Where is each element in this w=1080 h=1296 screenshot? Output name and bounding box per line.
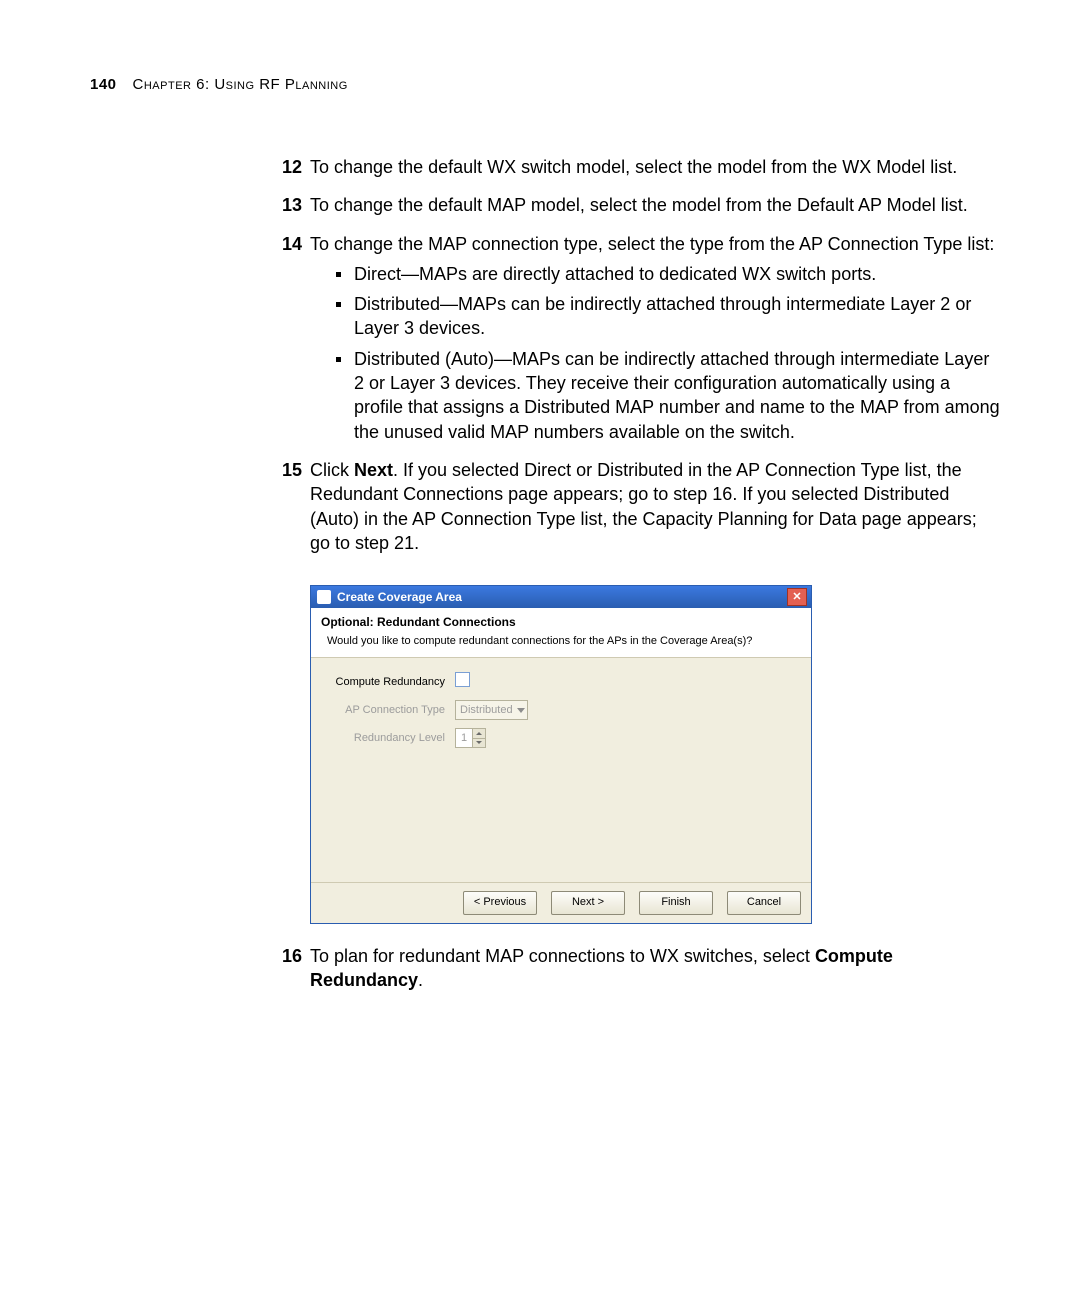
step-number: 12 xyxy=(272,155,302,179)
step-15-bold: Next xyxy=(354,460,393,480)
dialog-header: Optional: Redundant Connections Would yo… xyxy=(311,608,811,658)
ap-connection-type-value: Distributed xyxy=(460,703,513,718)
step-15: 15 Click Next. If you selected Direct or… xyxy=(280,458,1000,555)
finish-button[interactable]: Finish xyxy=(639,891,713,915)
row-ap-connection-type: AP Connection Type Distributed xyxy=(325,700,797,720)
page-number: 140 xyxy=(90,76,117,93)
running-header: 140 Chapter 6: Using RF Planning xyxy=(90,76,990,93)
step-16-pre: To plan for redundant MAP connections to… xyxy=(310,946,815,966)
step-text: To change the default WX switch model, s… xyxy=(310,155,1000,179)
cancel-button[interactable]: Cancel xyxy=(727,891,801,915)
ap-connection-type-dropdown[interactable]: Distributed xyxy=(455,700,528,720)
bullet-direct: Direct—MAPs are directly attached to ded… xyxy=(332,262,1000,286)
step-list: 12 To change the default WX switch model… xyxy=(280,155,1000,993)
redundancy-level-value: 1 xyxy=(456,729,472,747)
step-number: 15 xyxy=(272,458,302,482)
dialog-title: Create Coverage Area xyxy=(337,589,462,605)
dialog-header-desc: Would you like to compute redundant conn… xyxy=(321,634,801,649)
step-number: 14 xyxy=(272,232,302,256)
step-text: To change the default MAP model, select … xyxy=(310,193,1000,217)
redundancy-level-spinner[interactable]: 1 xyxy=(455,728,486,748)
content-area: 12 To change the default WX switch model… xyxy=(280,155,1000,993)
create-coverage-area-dialog: Create Coverage Area ✕ Optional: Redunda… xyxy=(310,585,812,924)
chevron-up-icon xyxy=(476,732,482,735)
spinner-down-button[interactable] xyxy=(473,739,485,748)
label-ap-connection-type: AP Connection Type xyxy=(325,703,455,718)
step-12: 12 To change the default WX switch model… xyxy=(280,155,1000,179)
step-16: 16 To plan for redundant MAP connections… xyxy=(280,944,1000,993)
bullet-distributed: Distributed—MAPs can be indirectly attac… xyxy=(332,292,1000,341)
chapter-title: Chapter 6: Using RF Planning xyxy=(133,76,348,93)
chevron-down-icon xyxy=(517,708,525,713)
step-15-pre: Click xyxy=(310,460,354,480)
row-compute-redundancy: Compute Redundancy xyxy=(325,672,797,692)
step-text: Click Next. If you selected Direct or Di… xyxy=(310,458,1000,555)
close-icon[interactable]: ✕ xyxy=(787,588,807,606)
step-14-bullets: Direct—MAPs are directly attached to ded… xyxy=(332,262,1000,444)
step-text: To change the MAP connection type, selec… xyxy=(310,232,1000,256)
dialog-footer: < Previous Next > Finish Cancel xyxy=(311,882,811,923)
app-icon xyxy=(317,590,331,604)
previous-button[interactable]: < Previous xyxy=(463,891,537,915)
label-redundancy-level: Redundancy Level xyxy=(325,731,455,746)
step-16-post: . xyxy=(418,970,423,990)
step-15-post: . If you selected Direct or Distributed … xyxy=(310,460,977,553)
step-number: 13 xyxy=(272,193,302,217)
dialog-body: Compute Redundancy AP Connection Type Di… xyxy=(311,658,811,882)
step-14: 14 To change the MAP connection type, se… xyxy=(280,232,1000,444)
next-button[interactable]: Next > xyxy=(551,891,625,915)
dialog-header-title: Optional: Redundant Connections xyxy=(321,614,801,630)
label-compute-redundancy: Compute Redundancy xyxy=(325,675,455,690)
page: 140 Chapter 6: Using RF Planning 12 To c… xyxy=(0,0,1080,1296)
spinner-up-button[interactable] xyxy=(473,729,485,739)
step-13: 13 To change the default MAP model, sele… xyxy=(280,193,1000,217)
row-redundancy-level: Redundancy Level 1 xyxy=(325,728,797,748)
dialog-container: Create Coverage Area ✕ Optional: Redunda… xyxy=(280,585,1000,924)
chevron-down-icon xyxy=(476,741,482,744)
bullet-distributed-auto: Distributed (Auto)—MAPs can be indirectl… xyxy=(332,347,1000,444)
step-number: 16 xyxy=(272,944,302,968)
compute-redundancy-checkbox[interactable] xyxy=(455,672,470,687)
step-text: To plan for redundant MAP connections to… xyxy=(310,944,1000,993)
dialog-titlebar: Create Coverage Area ✕ xyxy=(311,586,811,608)
